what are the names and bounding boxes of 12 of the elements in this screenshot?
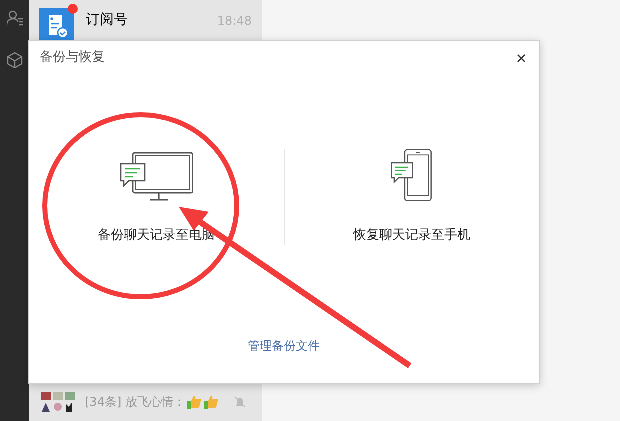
- cube-icon[interactable]: [6, 52, 22, 68]
- manage-backups-link[interactable]: 管理备份文件: [248, 337, 320, 355]
- thumbs-up-icon: [186, 394, 202, 410]
- contacts-icon[interactable]: [6, 10, 22, 26]
- monitor-chat-icon: [119, 152, 194, 204]
- backup-option-button[interactable]: 恢复聊天记录至手机: [353, 149, 470, 245]
- close-icon[interactable]: [517, 54, 526, 62]
- thumbs-up-icon: [203, 394, 220, 410]
- group-avatar-icon: [41, 392, 75, 412]
- chat-title: 订阅号: [86, 11, 128, 30]
- dialog-title: 备份与恢复: [40, 49, 105, 68]
- chat-preview: [34条] 放飞心情：: [85, 394, 186, 411]
